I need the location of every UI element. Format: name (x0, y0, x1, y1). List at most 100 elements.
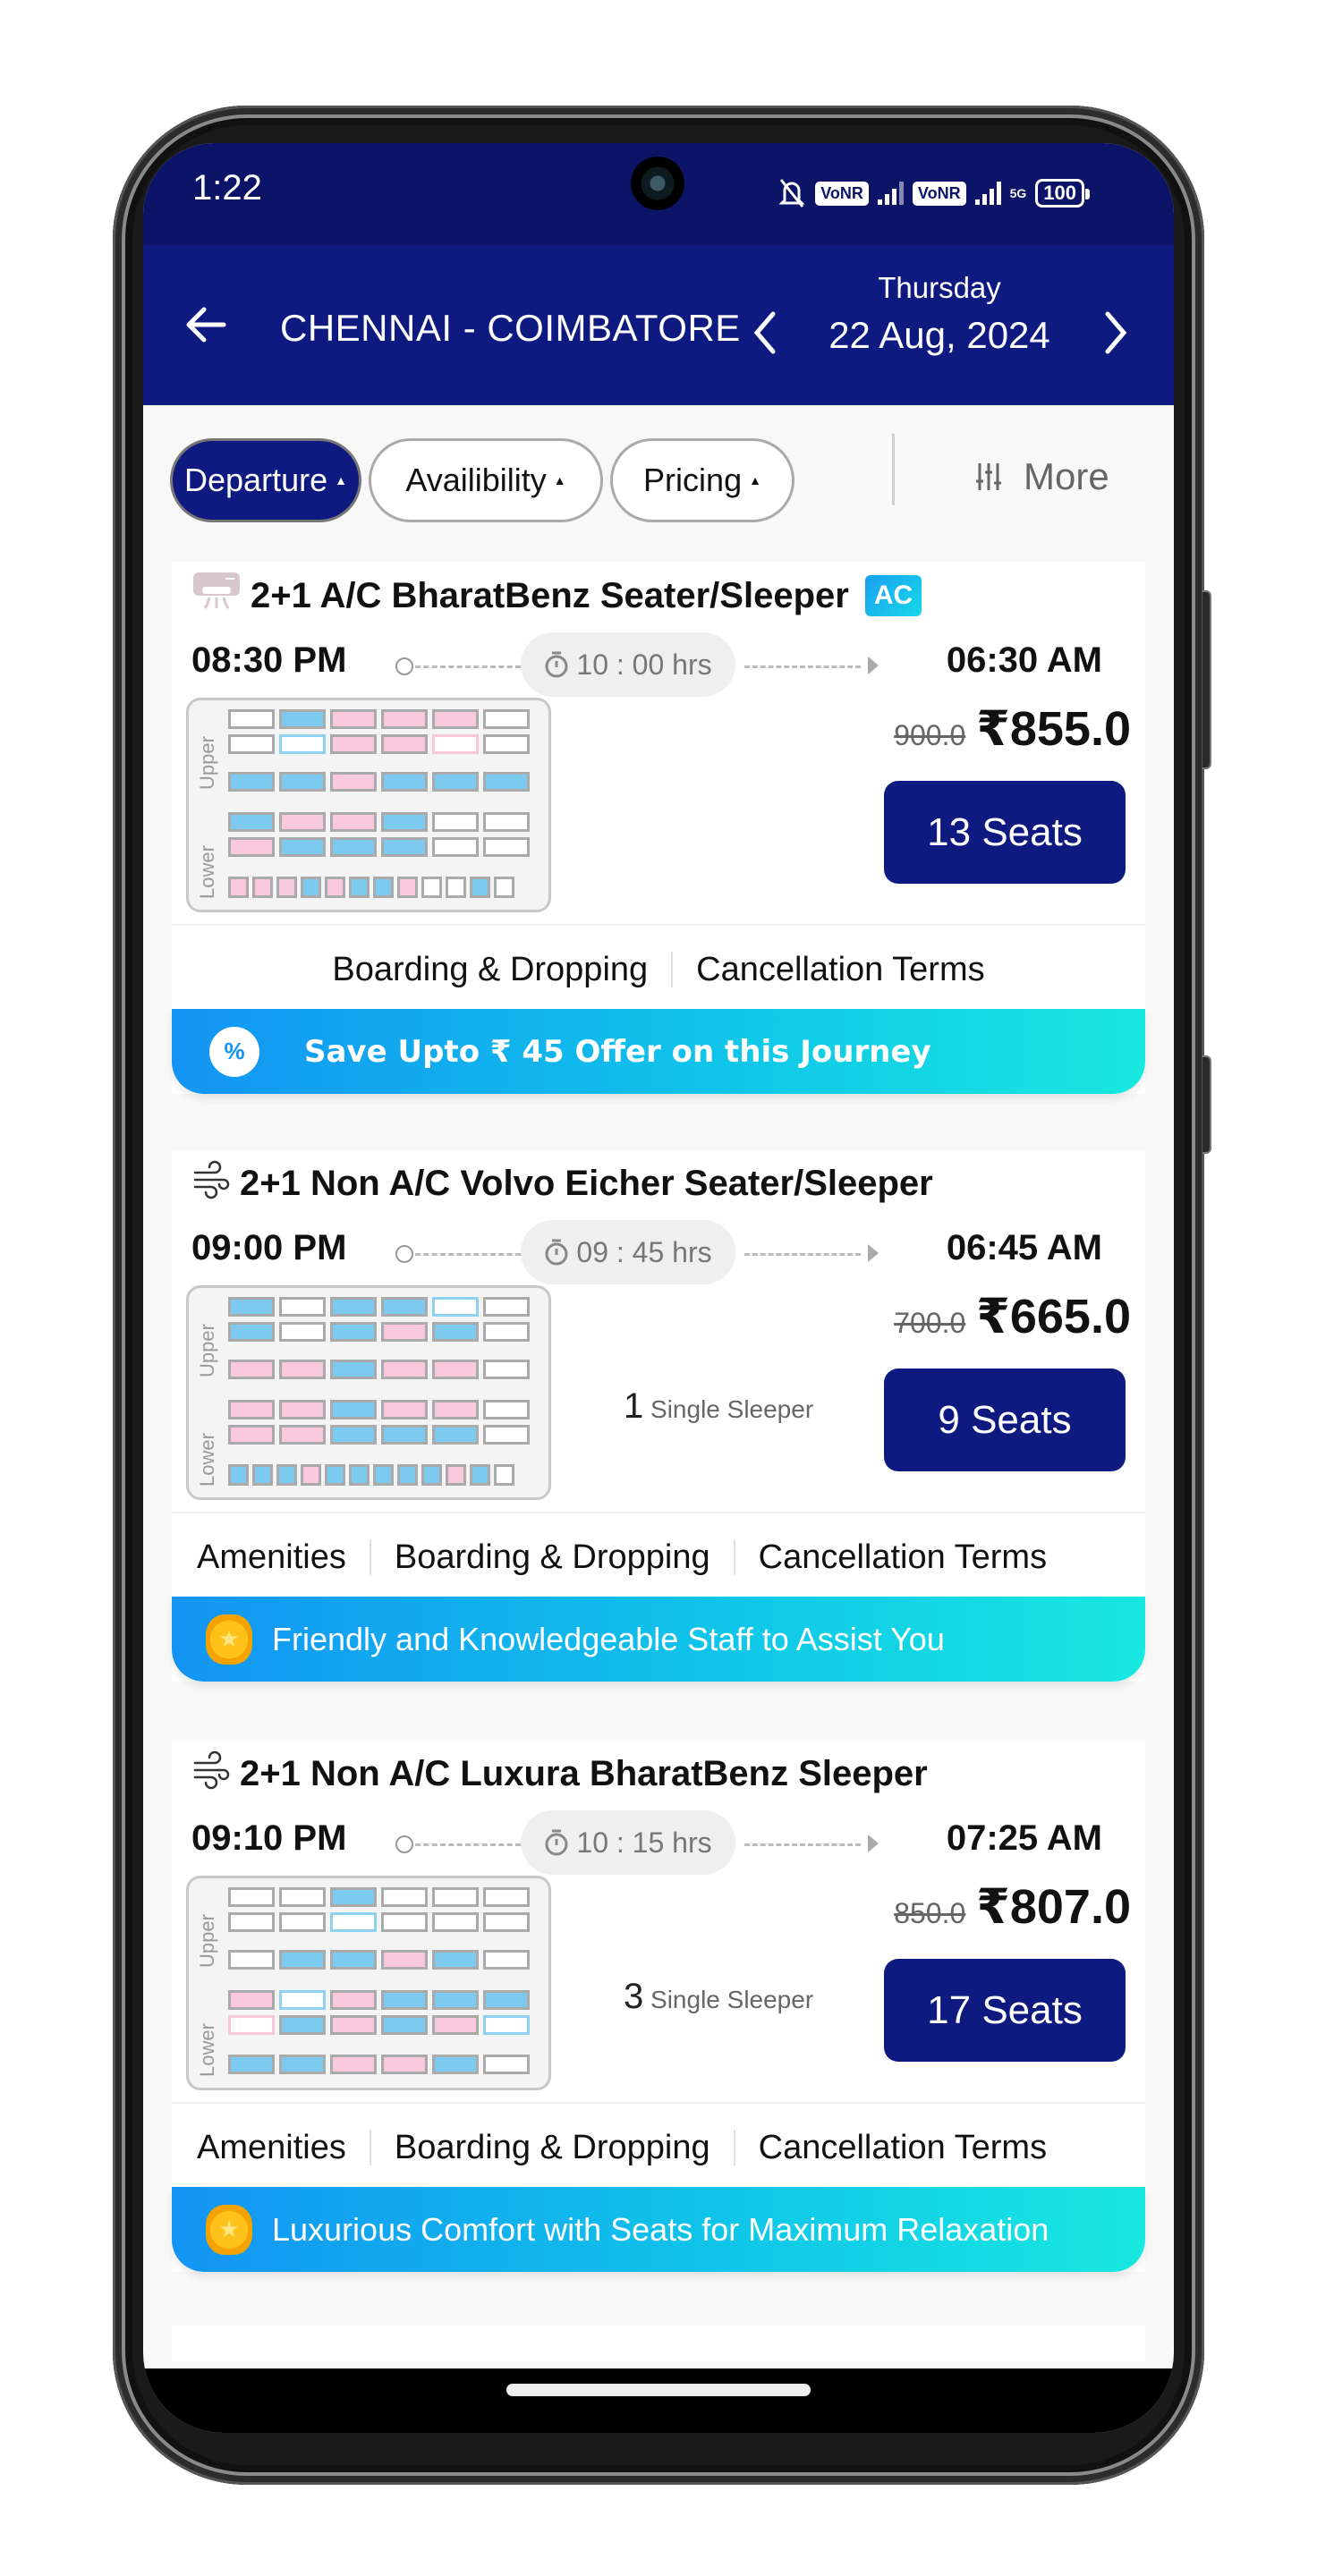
filter-chip-departure[interactable]: Departure ▲ (170, 438, 361, 522)
seat-layout-preview[interactable]: Upper Lower (186, 1285, 551, 1500)
card-links: Boarding & Dropping Cancellation Terms (172, 924, 1145, 1013)
seat-available (494, 1464, 514, 1486)
seat-row (228, 1425, 530, 1445)
fan-wind-icon (191, 1158, 231, 1208)
link-cancellation-terms[interactable]: Cancellation Terms (759, 2129, 1047, 2167)
date-day: Thursday (878, 271, 1001, 304)
previous-date-chevron-icon[interactable] (752, 310, 778, 355)
home-indicator[interactable] (506, 2384, 811, 2396)
duration-text: 10 : 15 hrs (576, 1826, 712, 1859)
seat-booked-female (330, 734, 377, 754)
upper-deck-label: Upper (196, 1324, 218, 1377)
seat-booked-male (470, 1464, 490, 1486)
original-price: 900.0 (894, 719, 966, 751)
bus-card[interactable]: 2+1 A/C BharatBenz Seater/Sleeper AC 08:… (172, 562, 1145, 1094)
link-amenities[interactable]: Amenities (197, 1538, 346, 1577)
departure-time: 08:30 PM (191, 640, 347, 680)
price-row: 900.0 ₹855.0 (894, 700, 1131, 757)
duration-pill: 10 : 00 hrs (521, 632, 735, 697)
seat-booked-male (330, 1400, 377, 1419)
seat-booked-female (381, 734, 428, 754)
next-date-chevron-icon[interactable] (1102, 310, 1129, 355)
seat-layout-preview[interactable]: Upper Lower (186, 698, 551, 912)
seat-available (483, 2015, 530, 2035)
ac-badge: AC (864, 575, 922, 616)
seat-available (432, 837, 479, 857)
seat-booked-female (330, 2015, 377, 2035)
gold-badge-icon: ★ (206, 2204, 252, 2255)
status-bar: 1:22 VoNR VoNR 5G 100 (143, 143, 1174, 246)
discounted-price: ₹665.0 (976, 1290, 1131, 1343)
seat-available (432, 1887, 479, 1907)
seat-booked-male (330, 1322, 377, 1342)
bus-title-row: 2+1 Non A/C Volvo Eicher Seater/Sleeper (191, 1158, 933, 1208)
front-camera (631, 157, 684, 210)
date-value[interactable]: 22 Aug, 2024 (787, 314, 1092, 357)
journey-timeline: 09 : 45 hrs (395, 1220, 879, 1284)
seat-available (432, 1912, 479, 1932)
seat-booked-male (381, 772, 428, 792)
seat-booked-male (279, 2015, 326, 2035)
seat-available (381, 1887, 428, 1907)
bus-card-partial[interactable] (172, 2326, 1145, 2361)
seat-row (228, 709, 530, 729)
seat-booked-female (252, 877, 273, 898)
arrival-time: 07:25 AM (946, 1818, 1102, 1858)
select-seats-button[interactable]: 9 Seats (884, 1368, 1126, 1471)
seat-available (228, 709, 275, 729)
seat-booked-male (279, 709, 326, 729)
seat-row (228, 1887, 530, 1907)
duration-text: 10 : 00 hrs (576, 648, 712, 681)
seat-booked-male (279, 2055, 326, 2074)
back-arrow-icon[interactable] (179, 298, 233, 352)
filter-chip-pricing[interactable]: Pricing ▲ (610, 438, 794, 522)
seat-booked-female (381, 1322, 428, 1342)
seat-booked-male (483, 772, 530, 792)
more-filters-button[interactable]: More (975, 441, 1109, 513)
seat-booked-female (330, 772, 377, 792)
departure-time: 09:00 PM (191, 1228, 347, 1267)
bus-card[interactable]: 2+1 Non A/C Volvo Eicher Seater/Sleeper … (172, 1149, 1145, 1682)
seat-available (483, 1400, 530, 1419)
link-amenities[interactable]: Amenities (197, 2129, 346, 2167)
timeline-dash (415, 1843, 521, 1846)
seat-row (228, 1464, 514, 1486)
seat-row (228, 1400, 530, 1419)
link-boarding-dropping[interactable]: Boarding & Dropping (395, 1538, 710, 1577)
seat-booked-male (330, 1360, 377, 1379)
journey-timeline: 10 : 00 hrs (395, 632, 879, 697)
link-separator (369, 2130, 371, 2165)
seat-booked-female (325, 877, 345, 898)
bus-card[interactable]: 2+1 Non A/C Luxura BharatBenz Sleeper 09… (172, 1740, 1145, 2272)
seat-booked-male (330, 1297, 377, 1317)
seat-booked-female (228, 1400, 275, 1419)
seat-layout-preview[interactable]: Upper Lower (186, 1876, 551, 2090)
select-seats-button[interactable]: 13 Seats (884, 781, 1126, 884)
select-seats-button[interactable]: 17 Seats (884, 1959, 1126, 2062)
seat-booked-female (330, 2055, 377, 2074)
seat-booked-female (228, 1360, 275, 1379)
original-price: 850.0 (894, 1897, 966, 1929)
timeline-dash (415, 665, 521, 668)
link-boarding-dropping[interactable]: Boarding & Dropping (332, 951, 648, 989)
seat-booked-male (228, 1322, 275, 1342)
link-cancellation-terms[interactable]: Cancellation Terms (759, 1538, 1047, 1577)
filter-chip-availability[interactable]: Availibility ▲ (369, 438, 603, 522)
seat-row (228, 1950, 530, 1970)
promo-banner: % Save Upto ₹ 45 Offer on this Journey (172, 1009, 1145, 1094)
link-cancellation-terms[interactable]: Cancellation Terms (696, 951, 984, 989)
card-links: Amenities Boarding & Dropping Cancellation… (172, 2102, 1145, 2191)
seat-row (228, 1990, 530, 2010)
upper-deck-label: Upper (196, 1914, 218, 1968)
seat-booked-male (276, 1464, 297, 1486)
seat-booked-female (279, 1360, 326, 1379)
seat-available (432, 1297, 479, 1317)
seat-booked-female (330, 812, 377, 832)
offer-percent-icon: % (209, 1026, 259, 1077)
seat-booked-male (373, 877, 394, 898)
link-boarding-dropping[interactable]: Boarding & Dropping (395, 2129, 710, 2167)
battery-icon: 100 (1035, 179, 1090, 208)
upper-deck-label: Upper (196, 736, 218, 790)
journey-timeline: 10 : 15 hrs (395, 1810, 879, 1875)
single-sleeper-count: 3 (624, 1977, 644, 2016)
